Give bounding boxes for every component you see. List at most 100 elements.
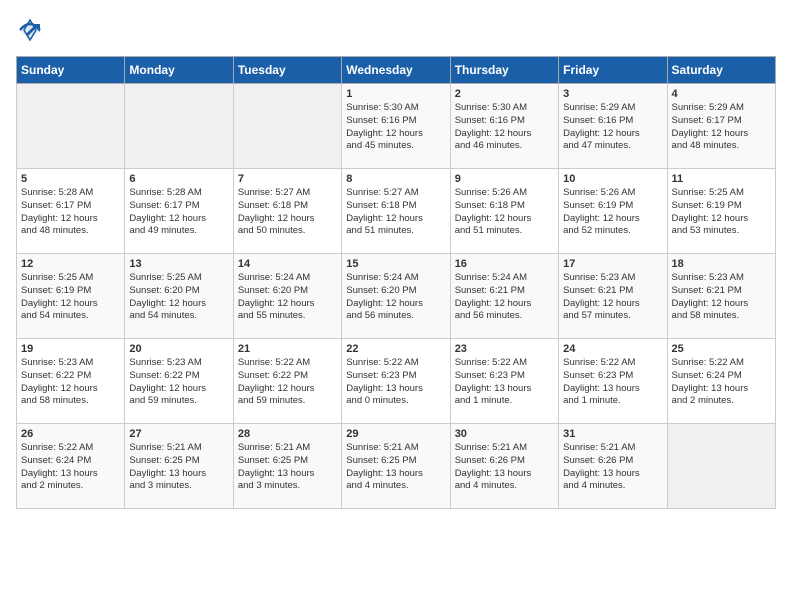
day-content: Sunrise: 5:24 AMSunset: 6:21 PMDaylight:… (455, 272, 554, 323)
logo (16, 16, 48, 44)
day-content: Sunrise: 5:21 AMSunset: 6:26 PMDaylight:… (563, 442, 662, 493)
day-number: 12 (21, 258, 120, 270)
day-content: Sunrise: 5:21 AMSunset: 6:26 PMDaylight:… (455, 442, 554, 493)
calendar-cell: 9 Sunrise: 5:26 AMSunset: 6:18 PMDaylight… (450, 169, 558, 254)
calendar-cell: 20 Sunrise: 5:23 AMSunset: 6:22 PMDayligh… (125, 339, 233, 424)
day-number: 9 (455, 173, 554, 185)
calendar-cell: 4Sunrise: 5:29 AMSunset: 6:17 PMDaylight… (667, 84, 775, 169)
day-number: 24 (563, 343, 662, 355)
weekday-header: Saturday (667, 57, 775, 84)
calendar-body: 1 Sunrise: 5:30 AMSunset: 6:16 PMDaylight… (17, 84, 776, 509)
day-content: Sunrise: 5:22 AMSunset: 6:24 PMDaylight:… (21, 442, 120, 493)
day-content: Sunrise: 5:30 AMSunset: 6:16 PMDaylight:… (346, 102, 445, 153)
day-content: Sunrise: 5:21 AMSunset: 6:25 PMDaylight:… (129, 442, 228, 493)
calendar-cell (125, 84, 233, 169)
calendar-cell: 3 Sunrise: 5:29 AMSunset: 6:16 PMDaylight… (559, 84, 667, 169)
day-number: 7 (238, 173, 337, 185)
day-number: 4 (672, 88, 771, 100)
day-number: 23 (455, 343, 554, 355)
weekday-header: Thursday (450, 57, 558, 84)
calendar-cell: 27 Sunrise: 5:21 AMSunset: 6:25 PMDayligh… (125, 424, 233, 509)
weekday-header: Wednesday (342, 57, 450, 84)
logo-icon (16, 16, 44, 44)
calendar-cell: 13 Sunrise: 5:25 AMSunset: 6:20 PMDayligh… (125, 254, 233, 339)
calendar-cell: 10 Sunrise: 5:26 AMSunset: 6:19 PMDayligh… (559, 169, 667, 254)
day-number: 3 (563, 88, 662, 100)
day-number: 26 (21, 428, 120, 440)
day-content: Sunrise: 5:29 AMSunset: 6:16 PMDaylight:… (563, 102, 662, 153)
day-content: Sunrise: 5:22 AMSunset: 6:22 PMDaylight:… (238, 357, 337, 408)
day-content: Sunrise: 5:23 AMSunset: 6:22 PMDaylight:… (129, 357, 228, 408)
day-content: Sunrise: 5:23 AMSunset: 6:21 PMDaylight:… (563, 272, 662, 323)
header-row: SundayMondayTuesdayWednesdayThursdayFrid… (17, 57, 776, 84)
calendar-cell (17, 84, 125, 169)
calendar-cell: 19 Sunrise: 5:23 AMSunset: 6:22 PMDayligh… (17, 339, 125, 424)
day-number: 31 (563, 428, 662, 440)
day-number: 6 (129, 173, 228, 185)
day-number: 16 (455, 258, 554, 270)
day-content: Sunrise: 5:30 AMSunset: 6:16 PMDaylight:… (455, 102, 554, 153)
calendar-week-row: 26 Sunrise: 5:22 AMSunset: 6:24 PMDayligh… (17, 424, 776, 509)
day-content: Sunrise: 5:27 AMSunset: 6:18 PMDaylight:… (238, 187, 337, 238)
day-number: 27 (129, 428, 228, 440)
day-number: 19 (21, 343, 120, 355)
calendar-cell: 18 Sunrise: 5:23 AMSunset: 6:21 PMDayligh… (667, 254, 775, 339)
day-content: Sunrise: 5:25 AMSunset: 6:19 PMDaylight:… (672, 187, 771, 238)
day-content: Sunrise: 5:22 AMSunset: 6:23 PMDaylight:… (455, 357, 554, 408)
calendar-cell: 5 Sunrise: 5:28 AMSunset: 6:17 PMDaylight… (17, 169, 125, 254)
day-number: 13 (129, 258, 228, 270)
calendar-cell: 29 Sunrise: 5:21 AMSunset: 6:25 PMDayligh… (342, 424, 450, 509)
calendar-cell: 31 Sunrise: 5:21 AMSunset: 6:26 PMDayligh… (559, 424, 667, 509)
day-content: Sunrise: 5:24 AMSunset: 6:20 PMDaylight:… (238, 272, 337, 323)
calendar-week-row: 12 Sunrise: 5:25 AMSunset: 6:19 PMDayligh… (17, 254, 776, 339)
day-content: Sunrise: 5:23 AMSunset: 6:21 PMDaylight:… (672, 272, 771, 323)
day-content: Sunrise: 5:28 AMSunset: 6:17 PMDaylight:… (129, 187, 228, 238)
day-content: Sunrise: 5:28 AMSunset: 6:17 PMDaylight:… (21, 187, 120, 238)
day-number: 10 (563, 173, 662, 185)
day-number: 5 (21, 173, 120, 185)
day-content: Sunrise: 5:25 AMSunset: 6:19 PMDaylight:… (21, 272, 120, 323)
day-number: 25 (672, 343, 771, 355)
weekday-header: Sunday (17, 57, 125, 84)
weekday-header: Tuesday (233, 57, 341, 84)
day-number: 30 (455, 428, 554, 440)
day-content: Sunrise: 5:21 AMSunset: 6:25 PMDaylight:… (346, 442, 445, 493)
day-number: 29 (346, 428, 445, 440)
calendar-cell: 25Sunrise: 5:22 AMSunset: 6:24 PMDayligh… (667, 339, 775, 424)
day-number: 8 (346, 173, 445, 185)
day-content: Sunrise: 5:27 AMSunset: 6:18 PMDaylight:… (346, 187, 445, 238)
calendar-week-row: 19 Sunrise: 5:23 AMSunset: 6:22 PMDayligh… (17, 339, 776, 424)
day-content: Sunrise: 5:26 AMSunset: 6:19 PMDaylight:… (563, 187, 662, 238)
day-number: 20 (129, 343, 228, 355)
day-number: 28 (238, 428, 337, 440)
calendar-cell: 14Sunrise: 5:24 AMSunset: 6:20 PMDayligh… (233, 254, 341, 339)
calendar-week-row: 5 Sunrise: 5:28 AMSunset: 6:17 PMDaylight… (17, 169, 776, 254)
calendar-cell: 2 Sunrise: 5:30 AMSunset: 6:16 PMDaylight… (450, 84, 558, 169)
day-number: 17 (563, 258, 662, 270)
day-content: Sunrise: 5:23 AMSunset: 6:22 PMDaylight:… (21, 357, 120, 408)
calendar-week-row: 1 Sunrise: 5:30 AMSunset: 6:16 PMDaylight… (17, 84, 776, 169)
calendar-cell: 15Sunrise: 5:24 AMSunset: 6:20 PMDayligh… (342, 254, 450, 339)
calendar-cell (667, 424, 775, 509)
day-number: 21 (238, 343, 337, 355)
calendar-cell: 1 Sunrise: 5:30 AMSunset: 6:16 PMDaylight… (342, 84, 450, 169)
day-number: 1 (346, 88, 445, 100)
calendar-cell: 12 Sunrise: 5:25 AMSunset: 6:19 PMDayligh… (17, 254, 125, 339)
calendar-cell: 6 Sunrise: 5:28 AMSunset: 6:17 PMDaylight… (125, 169, 233, 254)
day-content: Sunrise: 5:24 AMSunset: 6:20 PMDaylight:… (346, 272, 445, 323)
calendar-cell: 22Sunrise: 5:22 AMSunset: 6:23 PMDayligh… (342, 339, 450, 424)
calendar-cell: 7 Sunrise: 5:27 AMSunset: 6:18 PMDaylight… (233, 169, 341, 254)
calendar-cell: 17 Sunrise: 5:23 AMSunset: 6:21 PMDayligh… (559, 254, 667, 339)
day-content: Sunrise: 5:26 AMSunset: 6:18 PMDaylight:… (455, 187, 554, 238)
page-header (16, 16, 776, 44)
calendar-cell: 24Sunrise: 5:22 AMSunset: 6:23 PMDayligh… (559, 339, 667, 424)
calendar-cell: 28Sunrise: 5:21 AMSunset: 6:25 PMDayligh… (233, 424, 341, 509)
calendar-header: SundayMondayTuesdayWednesdayThursdayFrid… (17, 57, 776, 84)
day-content: Sunrise: 5:22 AMSunset: 6:23 PMDaylight:… (346, 357, 445, 408)
calendar-cell: 8 Sunrise: 5:27 AMSunset: 6:18 PMDaylight… (342, 169, 450, 254)
day-number: 2 (455, 88, 554, 100)
day-number: 18 (672, 258, 771, 270)
calendar-cell: 21 Sunrise: 5:22 AMSunset: 6:22 PMDayligh… (233, 339, 341, 424)
day-content: Sunrise: 5:25 AMSunset: 6:20 PMDaylight:… (129, 272, 228, 323)
weekday-header: Friday (559, 57, 667, 84)
